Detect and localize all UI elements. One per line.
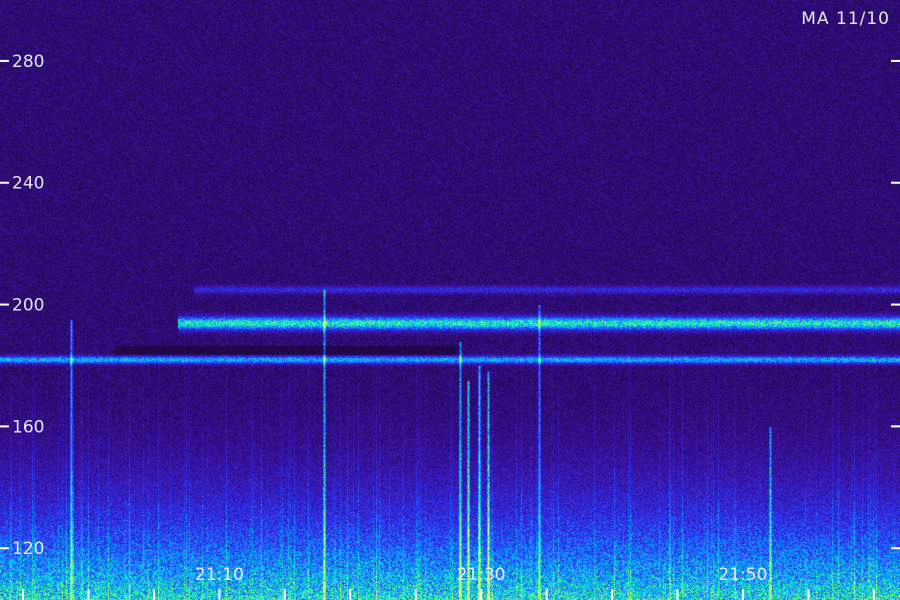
y-tick-label: 280 bbox=[12, 52, 44, 72]
x-tick-label: 21:30 bbox=[457, 565, 506, 585]
y-tick-label: 200 bbox=[12, 296, 44, 316]
station-date-stamp: MA 11/10 bbox=[801, 9, 890, 29]
y-tick-label: 240 bbox=[12, 174, 44, 194]
heatmap-layer bbox=[0, 0, 900, 600]
y-tick-label: 120 bbox=[12, 539, 44, 559]
y-tick-label: 160 bbox=[12, 417, 44, 437]
spectrogram-chart: 120 160 200 240 280 21:10 21:30 21:50 MA 11/10 bbox=[0, 0, 900, 600]
spectrogram-image bbox=[0, 0, 900, 600]
x-tick-label: 21:10 bbox=[195, 565, 244, 585]
x-tick-label: 21:50 bbox=[718, 565, 767, 585]
